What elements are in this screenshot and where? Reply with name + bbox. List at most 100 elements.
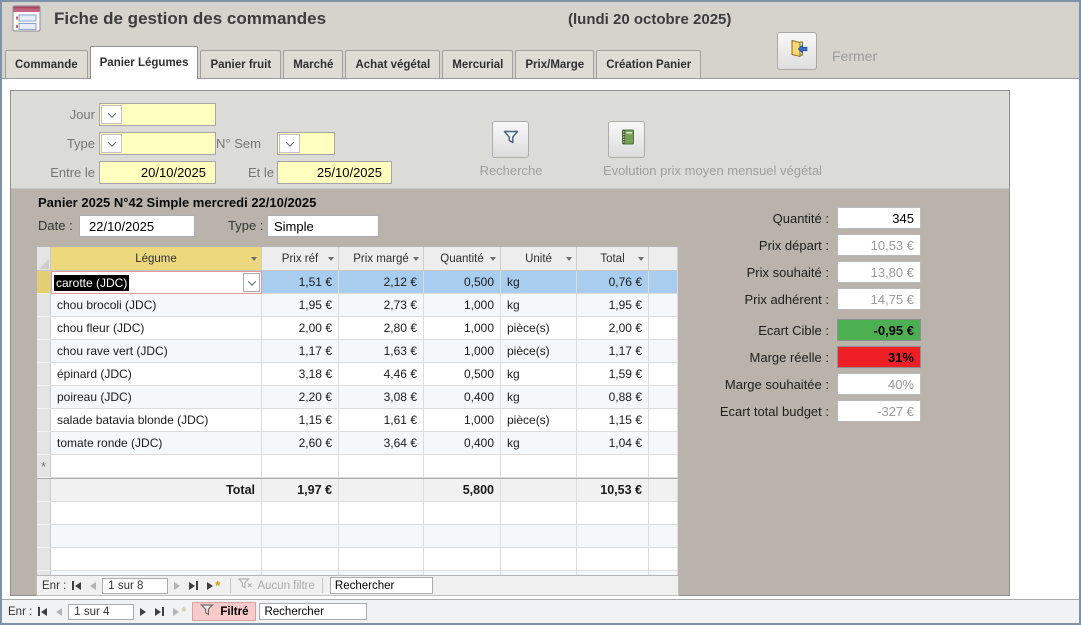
cell[interactable]: tomate ronde (JDC) [51, 432, 262, 455]
panier-type-field[interactable]: Simple [267, 215, 379, 237]
recherche-button[interactable] [492, 121, 529, 158]
cell[interactable]: 1,000 [424, 409, 501, 432]
filter-arrow-icon[interactable] [328, 257, 334, 261]
new-record-button[interactable]: * [170, 607, 189, 616]
new-record-button[interactable]: * [204, 581, 223, 590]
new-record-selector[interactable]: * [37, 455, 51, 478]
tab-panier-legumes[interactable]: Panier Légumes [90, 46, 199, 79]
last-record-button[interactable] [152, 607, 167, 616]
date-debut-field[interactable]: 20/10/2025 [99, 161, 216, 184]
cell[interactable]: 2,12 € [339, 271, 424, 294]
cell[interactable]: 2,60 € [262, 432, 339, 455]
column-header-total[interactable]: Total [577, 247, 649, 271]
evolution-prix-button-label[interactable]: Evolution prix moyen mensuel végétal [603, 163, 822, 178]
sem-dropdown-button[interactable] [279, 134, 300, 153]
cell[interactable]: 2,73 € [339, 294, 424, 317]
previous-record-button[interactable] [53, 608, 65, 616]
column-header-prix-marge[interactable]: Prix margé [339, 247, 424, 271]
close-form-button[interactable] [777, 32, 817, 70]
filter-arrow-icon[interactable] [638, 257, 644, 261]
cell[interactable]: chou fleur (JDC) [51, 317, 262, 340]
no-filter-toggle[interactable]: Aucun filtre [238, 578, 315, 593]
cell[interactable]: poireau (JDC) [51, 386, 262, 409]
cell[interactable]: 4,46 € [339, 363, 424, 386]
cell[interactable]: 1,15 € [262, 409, 339, 432]
cell[interactable]: 0,500 [424, 271, 501, 294]
record-position[interactable]: 1 sur 4 [68, 604, 134, 620]
tab-mercurial[interactable]: Mercurial [442, 50, 513, 78]
tab-achat-vegetal[interactable]: Achat végétal [345, 50, 440, 78]
cell[interactable]: 1,51 € [262, 271, 339, 294]
cell[interactable]: kg [501, 363, 577, 386]
legume-combo-cell[interactable]: carotte (JDC) [51, 271, 262, 294]
row-selector[interactable] [37, 340, 51, 363]
column-header-prix-ref[interactable]: Prix réf [262, 247, 339, 271]
cell[interactable]: chou brocoli (JDC) [51, 294, 262, 317]
first-record-button[interactable] [35, 607, 50, 616]
cell[interactable]: 2,80 € [339, 317, 424, 340]
sem-combo[interactable] [277, 132, 335, 155]
previous-record-button[interactable] [87, 582, 99, 590]
cell[interactable] [339, 455, 424, 478]
cell[interactable] [501, 455, 577, 478]
cell[interactable]: 2,00 € [262, 317, 339, 340]
cell[interactable]: 0,88 € [577, 386, 649, 409]
select-all-corner[interactable] [37, 247, 51, 271]
column-header-legume[interactable]: Légume [51, 247, 262, 271]
cell[interactable]: 3,64 € [339, 432, 424, 455]
filter-arrow-icon[interactable] [413, 257, 419, 261]
row-selector[interactable] [37, 271, 51, 294]
row-selector[interactable] [37, 363, 51, 386]
recherche-button-label[interactable]: Recherche [470, 163, 552, 178]
cell[interactable]: 1,17 € [577, 340, 649, 363]
row-selector[interactable] [37, 409, 51, 432]
row-selector[interactable] [37, 317, 51, 340]
jour-combo[interactable] [99, 103, 216, 126]
tab-commande[interactable]: Commande [5, 50, 88, 78]
cell[interactable]: 0,400 [424, 386, 501, 409]
record-position[interactable]: 1 sur 8 [102, 578, 168, 594]
new-record-row[interactable]: * [37, 455, 678, 478]
cell[interactable]: 1,95 € [262, 294, 339, 317]
cell[interactable]: épinard (JDC) [51, 363, 262, 386]
table-row[interactable]: poireau (JDC) 2,20 € 3,08 € 0,400 kg 0,8… [37, 386, 678, 409]
cell[interactable]: 1,000 [424, 317, 501, 340]
cell[interactable]: 1,61 € [339, 409, 424, 432]
cell[interactable]: 1,15 € [577, 409, 649, 432]
table-row[interactable]: tomate ronde (JDC) 2,60 € 3,64 € 0,400 k… [37, 432, 678, 455]
table-row[interactable]: épinard (JDC) 3,18 € 4,46 € 0,500 kg 1,5… [37, 363, 678, 386]
cell[interactable]: 1,17 € [262, 340, 339, 363]
cell[interactable]: 0,76 € [577, 271, 649, 294]
cell[interactable] [424, 455, 501, 478]
cell[interactable]: 2,20 € [262, 386, 339, 409]
cell[interactable]: 1,59 € [577, 363, 649, 386]
cell[interactable]: pièce(s) [501, 409, 577, 432]
cell[interactable]: 2,00 € [577, 317, 649, 340]
tab-marche[interactable]: Marché [283, 50, 343, 78]
cell[interactable]: pièce(s) [501, 317, 577, 340]
filtered-toggle[interactable]: Filtré [192, 602, 256, 621]
table-row[interactable]: salade batavia blonde (JDC) 1,15 € 1,61 … [37, 409, 678, 432]
cell[interactable]: 0,400 [424, 432, 501, 455]
cell[interactable]: pièce(s) [501, 340, 577, 363]
table-row[interactable]: carotte (JDC) 1,51 € 2,12 € 0,500 kg 0,7… [37, 271, 678, 294]
cell[interactable]: kg [501, 294, 577, 317]
cell[interactable] [51, 455, 262, 478]
cell[interactable]: 3,18 € [262, 363, 339, 386]
cell[interactable] [577, 455, 649, 478]
tab-panier-fruit[interactable]: Panier fruit [200, 50, 281, 78]
row-selector[interactable] [37, 432, 51, 455]
column-header-unite[interactable]: Unité [501, 247, 577, 271]
filter-arrow-icon[interactable] [490, 257, 496, 261]
last-record-button[interactable] [186, 581, 201, 590]
cell[interactable]: 3,08 € [339, 386, 424, 409]
table-row[interactable]: chou rave vert (JDC) 1,17 € 1,63 € 1,000… [37, 340, 678, 363]
cell[interactable]: 1,95 € [577, 294, 649, 317]
evolution-prix-button[interactable] [608, 121, 645, 158]
cell[interactable]: 0,500 [424, 363, 501, 386]
filter-arrow-icon[interactable] [566, 257, 572, 261]
cell[interactable]: chou rave vert (JDC) [51, 340, 262, 363]
cell[interactable]: salade batavia blonde (JDC) [51, 409, 262, 432]
row-selector[interactable] [37, 386, 51, 409]
jour-dropdown-button[interactable] [101, 105, 122, 124]
